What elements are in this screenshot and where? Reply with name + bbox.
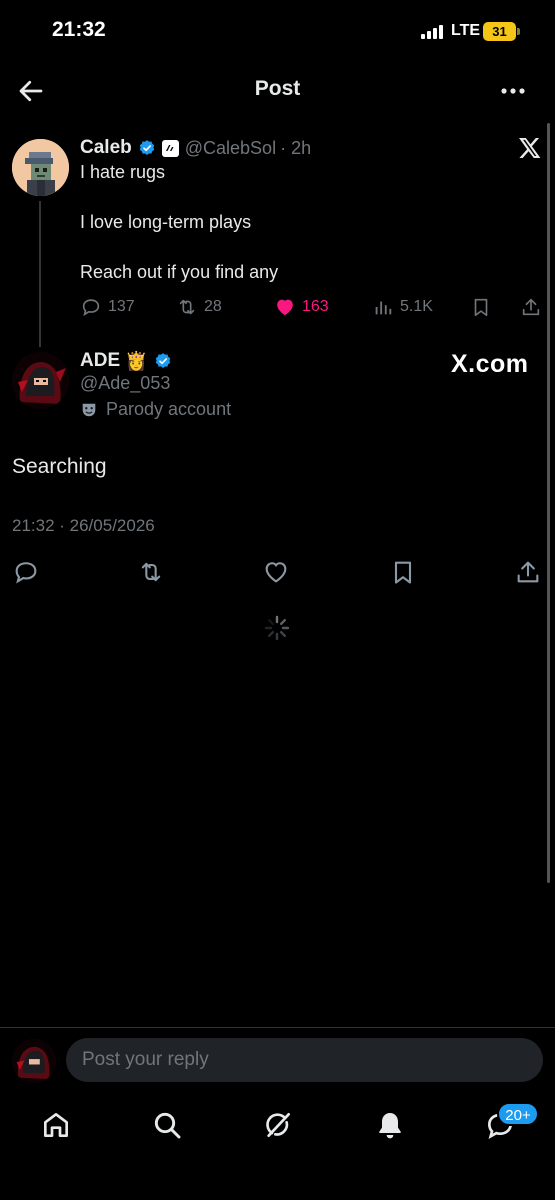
x-com-watermark: X.com [451, 350, 529, 378]
more-button[interactable] [498, 76, 528, 106]
pixel-avatar-icon [12, 139, 69, 196]
share-icon [522, 298, 540, 316]
handle[interactable]: @Ade_053 [80, 373, 170, 394]
repost-button[interactable] [137, 558, 165, 586]
views-count: 5.1K [400, 298, 433, 315]
reply-input[interactable] [66, 1038, 543, 1082]
x-logo-icon [519, 138, 541, 158]
search-icon [154, 1112, 181, 1139]
home-icon [44, 1113, 68, 1137]
repost-icon [179, 299, 195, 315]
share-button[interactable] [514, 558, 542, 586]
views-button[interactable]: 5.1K [372, 296, 433, 318]
header: Post [0, 62, 555, 118]
bookmark-icon [474, 298, 488, 317]
reply-count: 137 [108, 298, 135, 315]
reply-button[interactable]: 137 [80, 296, 135, 318]
affiliate-badge-icon[interactable] [161, 139, 179, 157]
like-button[interactable] [262, 558, 290, 586]
post-text-line: Reach out if you find any [80, 262, 279, 282]
reply-icon [15, 562, 37, 584]
reply-button[interactable] [12, 558, 40, 586]
hooded-figure-avatar-icon [12, 352, 69, 409]
reply-icon [82, 299, 100, 317]
scrollbar[interactable] [547, 123, 550, 883]
bell-icon [379, 1113, 401, 1139]
post-time: · 2h [280, 137, 312, 158]
display-name[interactable]: Caleb [80, 137, 132, 159]
author-row: Caleb @CalebSol · 2h [80, 136, 311, 160]
post-text-line: I hate rugs [80, 162, 166, 182]
page-title: Post [254, 77, 301, 100]
signal-icon [421, 25, 445, 39]
heart-icon [265, 562, 287, 583]
heart-filled-icon [277, 299, 293, 316]
like-button[interactable]: 163 [274, 296, 329, 318]
display-name[interactable]: ADE [80, 350, 120, 372]
views-icon [375, 301, 392, 315]
post-timestamp[interactable]: 21:32 · 26/05/2026 [12, 516, 155, 536]
bookmark-button[interactable] [389, 558, 417, 586]
status-bar: 21:32 LTE 31 [0, 0, 555, 62]
repost-count: 28 [204, 298, 222, 315]
grok-icon [266, 1113, 290, 1137]
nav-notifications[interactable] [374, 1109, 406, 1141]
nav-grok[interactable] [262, 1109, 294, 1141]
battery-icon: 31 [483, 22, 516, 41]
theater-mask-icon [82, 403, 96, 416]
thread-line [39, 201, 41, 347]
post-text: Searching [12, 455, 107, 478]
verified-icon [155, 353, 170, 368]
bookmark-icon [394, 561, 412, 584]
share-icon [517, 561, 539, 583]
avatar[interactable] [12, 352, 69, 409]
handle[interactable]: @CalebSol [185, 138, 276, 159]
repost-button[interactable]: 28 [176, 296, 222, 318]
status-time: 21:32 [52, 18, 106, 41]
author-row: ADE 👸 [80, 348, 172, 374]
messages-badge: 20+ [497, 1102, 539, 1126]
bottom-nav [0, 1095, 555, 1200]
bookmark-button[interactable] [470, 296, 492, 318]
hooded-figure-avatar-icon [12, 1039, 56, 1083]
repost-icon [141, 562, 161, 582]
battery-tip [517, 28, 520, 35]
loading-spinner-icon [264, 615, 290, 641]
name-emoji: 👸 [125, 350, 148, 371]
avatar[interactable] [12, 139, 69, 196]
parody-label: Parody account [80, 399, 231, 420]
verified-icon [139, 140, 154, 155]
parody-text: Parody account [106, 399, 232, 419]
nav-search[interactable] [151, 1109, 183, 1141]
more-horizontal-icon [501, 88, 525, 94]
nav-home[interactable] [40, 1109, 72, 1141]
network-label: LTE [451, 22, 481, 39]
post-text-line: I love long-term plays [80, 212, 252, 232]
share-button[interactable] [520, 296, 542, 318]
like-count: 163 [302, 298, 329, 315]
avatar[interactable] [12, 1039, 56, 1083]
